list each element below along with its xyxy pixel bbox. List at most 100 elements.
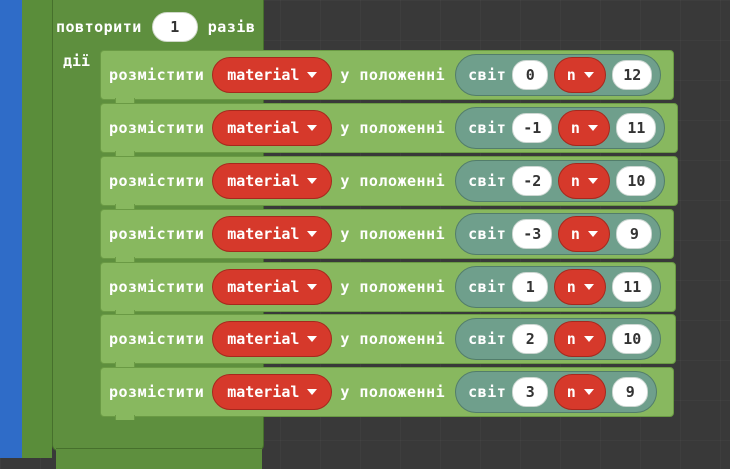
place-block[interactable]: розмістити material у положенні світ 3 n… bbox=[100, 367, 674, 424]
n-variable-dropdown[interactable]: n bbox=[554, 269, 607, 305]
material-value: material bbox=[227, 119, 300, 137]
world-position-block[interactable]: світ -3 n 9 bbox=[455, 213, 662, 255]
material-value: material bbox=[227, 383, 300, 401]
repeat-loop-header: повторити 1 разів bbox=[56, 8, 255, 46]
material-value: material bbox=[227, 278, 300, 296]
variable-value: n bbox=[570, 119, 580, 137]
x-coordinate-input[interactable]: 2 bbox=[512, 324, 549, 354]
dropdown-arrow-icon bbox=[307, 178, 318, 184]
parent-block-edge bbox=[22, 0, 52, 458]
world-label: світ bbox=[468, 119, 507, 137]
x-coordinate-input[interactable]: -1 bbox=[512, 113, 553, 143]
z-coordinate-input[interactable]: 11 bbox=[612, 272, 653, 302]
material-value: material bbox=[227, 172, 300, 190]
material-value: material bbox=[227, 330, 300, 348]
world-position-block[interactable]: світ -2 n 10 bbox=[455, 160, 666, 202]
z-coordinate-input[interactable]: 10 bbox=[616, 166, 657, 196]
dropdown-arrow-icon bbox=[583, 336, 594, 342]
world-position-block[interactable]: світ 3 n 9 bbox=[455, 371, 658, 413]
times-label: разів bbox=[207, 18, 256, 36]
world-label: світ bbox=[468, 278, 507, 296]
place-block[interactable]: розмістити material у положенні світ 0 n… bbox=[100, 50, 674, 107]
position-label: у положенні bbox=[340, 330, 446, 348]
n-variable-dropdown[interactable]: n bbox=[554, 321, 607, 357]
dropdown-arrow-icon bbox=[587, 178, 598, 184]
position-label: у положенні bbox=[340, 119, 446, 137]
variable-value: n bbox=[566, 66, 576, 84]
position-label: у положенні bbox=[340, 383, 446, 401]
z-coordinate-input[interactable]: 10 bbox=[612, 324, 653, 354]
place-block[interactable]: розмістити material у положенні світ -1 … bbox=[100, 103, 678, 160]
world-label: світ bbox=[468, 225, 507, 243]
material-dropdown[interactable]: material bbox=[212, 269, 333, 305]
position-label: у положенні bbox=[340, 225, 446, 243]
material-dropdown[interactable]: material bbox=[212, 216, 333, 252]
dropdown-arrow-icon bbox=[583, 389, 594, 395]
material-dropdown[interactable]: material bbox=[212, 57, 333, 93]
repeat-loop-footer bbox=[56, 420, 262, 449]
place-label: розмістити bbox=[109, 330, 205, 348]
x-coordinate-input[interactable]: 1 bbox=[512, 272, 549, 302]
n-variable-dropdown[interactable]: n bbox=[558, 110, 611, 146]
place-label: розмістити bbox=[109, 66, 205, 84]
repeat-count-input[interactable]: 1 bbox=[151, 12, 198, 42]
world-position-block[interactable]: світ 1 n 11 bbox=[455, 266, 662, 308]
material-dropdown[interactable]: material bbox=[212, 110, 333, 146]
n-variable-dropdown[interactable]: n bbox=[554, 374, 607, 410]
x-coordinate-input[interactable]: 3 bbox=[512, 377, 549, 407]
variable-value: n bbox=[566, 383, 576, 401]
x-coordinate-input[interactable]: 0 bbox=[512, 60, 549, 90]
dropdown-arrow-icon bbox=[307, 72, 318, 78]
world-position-block[interactable]: світ 2 n 10 bbox=[455, 318, 662, 360]
dropdown-arrow-icon bbox=[307, 231, 318, 237]
repeat-label: повторити bbox=[56, 18, 142, 36]
position-label: у положенні bbox=[340, 172, 446, 190]
dropdown-arrow-icon bbox=[583, 284, 594, 290]
z-coordinate-input[interactable]: 11 bbox=[616, 113, 657, 143]
variable-value: n bbox=[570, 225, 580, 243]
material-dropdown[interactable]: material bbox=[212, 374, 333, 410]
material-value: material bbox=[227, 225, 300, 243]
dropdown-arrow-icon bbox=[587, 231, 598, 237]
place-block[interactable]: розмістити material у положенні світ -3 … bbox=[100, 209, 674, 266]
place-label: розмістити bbox=[109, 383, 205, 401]
variable-value: n bbox=[566, 278, 576, 296]
material-value: material bbox=[227, 66, 300, 84]
material-dropdown[interactable]: material bbox=[212, 321, 333, 357]
z-coordinate-input[interactable]: 9 bbox=[612, 377, 649, 407]
do-label: дії bbox=[63, 52, 91, 70]
next-block[interactable] bbox=[56, 448, 262, 469]
variable-value: n bbox=[566, 330, 576, 348]
place-label: розмістити bbox=[109, 278, 205, 296]
position-label: у положенні bbox=[340, 66, 446, 84]
world-label: світ bbox=[468, 330, 507, 348]
world-label: світ bbox=[468, 383, 507, 401]
world-label: світ bbox=[468, 66, 507, 84]
toolbox-edge bbox=[0, 0, 24, 458]
world-label: світ bbox=[468, 172, 507, 190]
place-label: розмістити bbox=[109, 225, 205, 243]
x-coordinate-input[interactable]: -3 bbox=[512, 219, 553, 249]
n-variable-dropdown[interactable]: n bbox=[554, 57, 607, 93]
place-block[interactable]: розмістити material у положенні світ -2 … bbox=[100, 156, 678, 213]
place-label: розмістити bbox=[109, 119, 205, 137]
place-label: розмістити bbox=[109, 172, 205, 190]
n-variable-dropdown[interactable]: n bbox=[558, 163, 611, 199]
place-block[interactable]: розмістити material у положенні світ 2 n… bbox=[100, 314, 676, 371]
dropdown-arrow-icon bbox=[307, 284, 318, 290]
dropdown-arrow-icon bbox=[307, 336, 318, 342]
material-dropdown[interactable]: material bbox=[212, 163, 333, 199]
dropdown-arrow-icon bbox=[307, 389, 318, 395]
dropdown-arrow-icon bbox=[583, 72, 594, 78]
z-coordinate-input[interactable]: 12 bbox=[612, 60, 653, 90]
n-variable-dropdown[interactable]: n bbox=[558, 216, 611, 252]
dropdown-arrow-icon bbox=[587, 125, 598, 131]
x-coordinate-input[interactable]: -2 bbox=[512, 166, 553, 196]
z-coordinate-input[interactable]: 9 bbox=[616, 219, 653, 249]
position-label: у положенні bbox=[340, 278, 446, 296]
dropdown-arrow-icon bbox=[307, 125, 318, 131]
world-position-block[interactable]: світ 0 n 12 bbox=[455, 54, 662, 96]
world-position-block[interactable]: світ -1 n 11 bbox=[455, 107, 666, 149]
place-block[interactable]: розмістити material у положенні світ 1 n… bbox=[100, 262, 676, 319]
variable-value: n bbox=[570, 172, 580, 190]
